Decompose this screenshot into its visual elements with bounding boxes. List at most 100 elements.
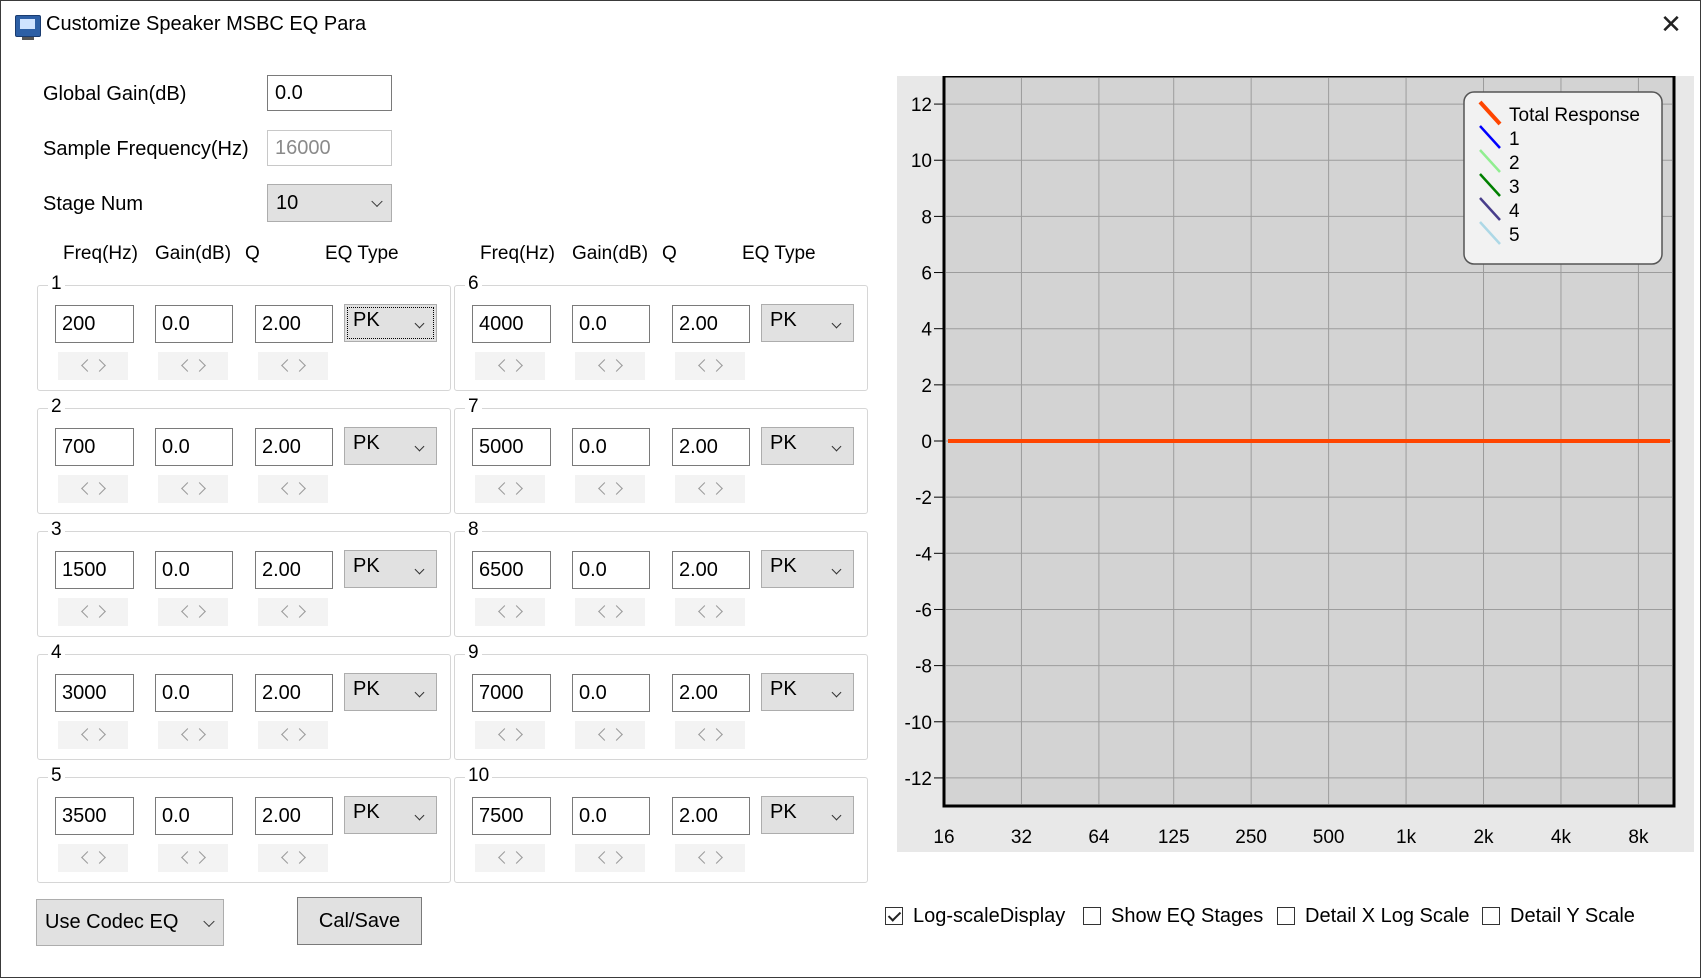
- freq-input[interactable]: 3500: [55, 797, 134, 835]
- q-spinner[interactable]: [675, 475, 745, 503]
- chevron-right-icon[interactable]: [610, 605, 623, 618]
- chevron-left-icon[interactable]: [698, 359, 711, 372]
- gain-input[interactable]: 0.0: [155, 428, 233, 466]
- chevron-right-icon[interactable]: [293, 359, 306, 372]
- checkbox-box[interactable]: [1083, 907, 1101, 925]
- gain-input[interactable]: 0.0: [572, 674, 650, 712]
- q-input[interactable]: 2.00: [255, 551, 333, 589]
- q-input[interactable]: 2.00: [255, 797, 333, 835]
- gain-spinner[interactable]: [158, 844, 228, 872]
- chevron-left-icon[interactable]: [181, 851, 194, 864]
- chevron-left-icon[interactable]: [81, 359, 94, 372]
- eq-type-select[interactable]: PK: [344, 673, 437, 711]
- chevron-right-icon[interactable]: [293, 605, 306, 618]
- freq-spinner[interactable]: [58, 352, 128, 380]
- chevron-right-icon[interactable]: [610, 728, 623, 741]
- chevron-right-icon[interactable]: [293, 728, 306, 741]
- q-input[interactable]: 2.00: [672, 797, 750, 835]
- q-input[interactable]: 2.00: [255, 305, 333, 343]
- q-spinner[interactable]: [258, 352, 328, 380]
- q-spinner[interactable]: [258, 844, 328, 872]
- gain-spinner[interactable]: [158, 475, 228, 503]
- gain-spinner[interactable]: [575, 721, 645, 749]
- chevron-left-icon[interactable]: [498, 482, 511, 495]
- q-spinner[interactable]: [675, 844, 745, 872]
- chevron-left-icon[interactable]: [181, 359, 194, 372]
- gain-spinner[interactable]: [158, 352, 228, 380]
- chevron-right-icon[interactable]: [93, 482, 106, 495]
- eq-type-select[interactable]: PK: [761, 427, 854, 465]
- chevron-right-icon[interactable]: [510, 605, 523, 618]
- chevron-right-icon[interactable]: [93, 605, 106, 618]
- gain-spinner[interactable]: [158, 598, 228, 626]
- gain-input[interactable]: 0.0: [572, 428, 650, 466]
- q-spinner[interactable]: [258, 598, 328, 626]
- freq-input[interactable]: 7500: [472, 797, 551, 835]
- close-icon[interactable]: ✕: [1656, 9, 1686, 39]
- q-input[interactable]: 2.00: [672, 551, 750, 589]
- chevron-left-icon[interactable]: [598, 482, 611, 495]
- q-input[interactable]: 2.00: [672, 428, 750, 466]
- chevron-left-icon[interactable]: [698, 728, 711, 741]
- chevron-right-icon[interactable]: [93, 359, 106, 372]
- chevron-right-icon[interactable]: [193, 605, 206, 618]
- chevron-left-icon[interactable]: [181, 605, 194, 618]
- chevron-right-icon[interactable]: [93, 851, 106, 864]
- freq-input[interactable]: 1500: [55, 551, 134, 589]
- chevron-right-icon[interactable]: [193, 482, 206, 495]
- chevron-left-icon[interactable]: [698, 851, 711, 864]
- chevron-left-icon[interactable]: [181, 482, 194, 495]
- q-input[interactable]: 2.00: [255, 428, 333, 466]
- freq-spinner[interactable]: [475, 721, 545, 749]
- checkbox-box[interactable]: [1482, 907, 1500, 925]
- chevron-left-icon[interactable]: [281, 728, 294, 741]
- chevron-left-icon[interactable]: [498, 728, 511, 741]
- freq-spinner[interactable]: [475, 598, 545, 626]
- freq-spinner[interactable]: [58, 598, 128, 626]
- chevron-left-icon[interactable]: [281, 482, 294, 495]
- eq-type-select[interactable]: PK: [344, 427, 437, 465]
- eq-type-select[interactable]: PK: [761, 673, 854, 711]
- q-input[interactable]: 2.00: [255, 674, 333, 712]
- chevron-left-icon[interactable]: [498, 605, 511, 618]
- chevron-right-icon[interactable]: [293, 851, 306, 864]
- eq-type-select[interactable]: PK: [761, 550, 854, 588]
- chevron-left-icon[interactable]: [698, 605, 711, 618]
- chevron-right-icon[interactable]: [710, 482, 723, 495]
- chevron-right-icon[interactable]: [510, 359, 523, 372]
- codec-eq-select[interactable]: Use Codec EQ: [36, 899, 224, 946]
- freq-spinner[interactable]: [58, 844, 128, 872]
- freq-input[interactable]: 3000: [55, 674, 134, 712]
- chevron-left-icon[interactable]: [81, 851, 94, 864]
- chevron-left-icon[interactable]: [598, 605, 611, 618]
- chevron-left-icon[interactable]: [81, 605, 94, 618]
- freq-spinner[interactable]: [475, 352, 545, 380]
- chevron-right-icon[interactable]: [193, 359, 206, 372]
- gain-input[interactable]: 0.0: [155, 674, 233, 712]
- eq-type-select[interactable]: PK: [344, 796, 437, 834]
- gain-spinner[interactable]: [575, 598, 645, 626]
- q-spinner[interactable]: [258, 475, 328, 503]
- chevron-right-icon[interactable]: [510, 482, 523, 495]
- stage-num-select[interactable]: 10: [267, 184, 392, 222]
- gain-input[interactable]: 0.0: [155, 797, 233, 835]
- gain-input[interactable]: 0.0: [572, 797, 650, 835]
- chevron-left-icon[interactable]: [181, 728, 194, 741]
- freq-input[interactable]: 200: [55, 305, 134, 343]
- chevron-right-icon[interactable]: [193, 851, 206, 864]
- chevron-right-icon[interactable]: [710, 605, 723, 618]
- eq-type-select[interactable]: PK: [344, 304, 437, 342]
- gain-spinner[interactable]: [575, 352, 645, 380]
- chevron-left-icon[interactable]: [281, 359, 294, 372]
- chevron-right-icon[interactable]: [610, 482, 623, 495]
- chevron-left-icon[interactable]: [281, 605, 294, 618]
- chevron-left-icon[interactable]: [698, 482, 711, 495]
- global-gain-input[interactable]: 0.0: [267, 75, 392, 111]
- freq-input[interactable]: 7000: [472, 674, 551, 712]
- eq-type-select[interactable]: PK: [761, 304, 854, 342]
- gain-spinner[interactable]: [575, 844, 645, 872]
- gain-input[interactable]: 0.0: [572, 551, 650, 589]
- freq-input[interactable]: 5000: [472, 428, 551, 466]
- freq-input[interactable]: 6500: [472, 551, 551, 589]
- chevron-left-icon[interactable]: [598, 728, 611, 741]
